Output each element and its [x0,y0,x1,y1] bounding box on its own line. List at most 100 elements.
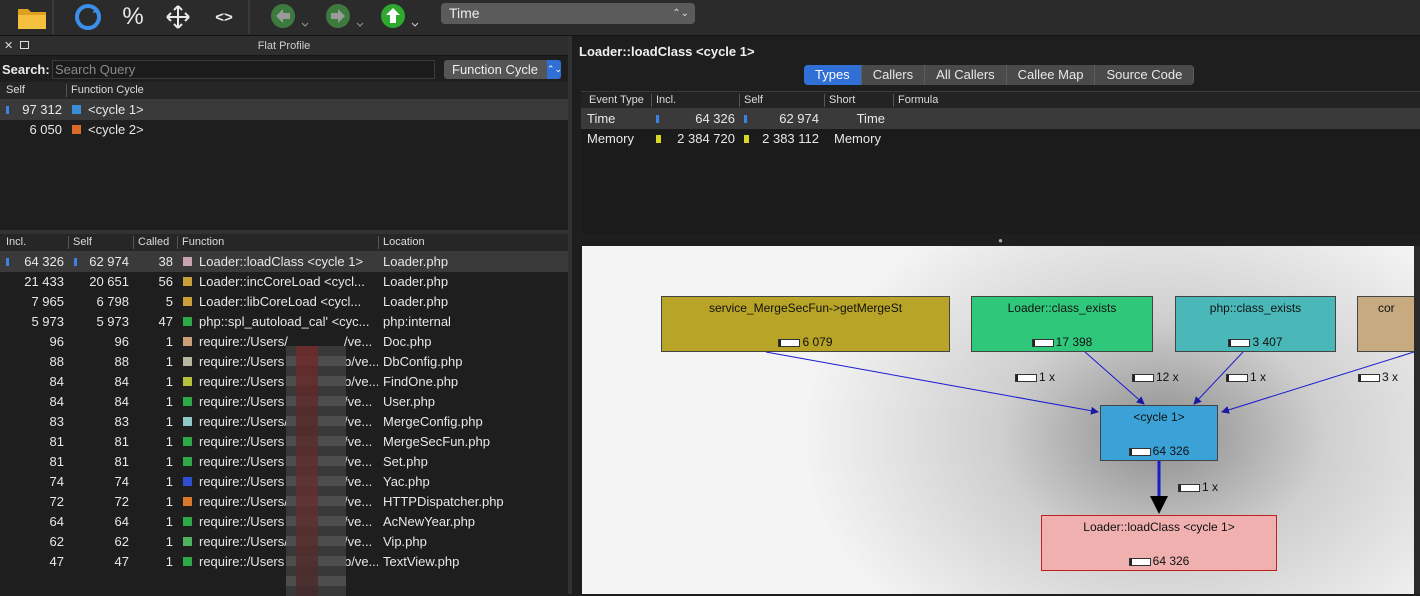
forward-arrow-icon[interactable] [323,0,367,34]
function-swatch [183,557,192,566]
function-location: Loader.php [383,254,449,269]
function-row[interactable]: 21 433 20 651 56 Loader::incCoreLoad <cycl.… [0,272,568,292]
event-table-header: Event Type Incl. Self Short Formula [581,92,1420,109]
function-row[interactable]: 74 74 1 require::/Users/ve... Yac.php [0,472,568,492]
function-row[interactable]: 84 84 1 require::/Users/ve... User.php [0,392,568,412]
grouping-select[interactable]: Function Cycle ⌃⌄ [444,60,562,79]
cycle-row[interactable]: 97 312 <cycle 1> [0,100,568,120]
function-name-tail: b/ve... [344,554,378,569]
function-self: 81 [114,434,129,449]
graph-node-label: Loader::loadClass <cycle 1> [1083,520,1235,534]
function-row[interactable]: 84 84 1 require::/Users b/ve... FindOne.php [0,372,568,392]
graph-node-value: 64 326 [1042,554,1276,568]
function-row[interactable]: 64 326 62 974 38 Loader::loadClass <cycle 1… [0,252,568,272]
graph-node-cycle[interactable]: <cycle 1> 64 326 [1100,405,1218,461]
col-short[interactable]: Short [824,94,855,107]
function-location: Loader.php [383,294,449,309]
graph-node[interactable]: Loader::class_exists 17 398 [971,296,1153,352]
event-row[interactable]: Time 64 326 62 974 Time [581,109,1420,129]
percent-icon[interactable]: % [115,0,151,34]
edge-label: 3 x [1358,370,1398,384]
col-incl[interactable]: Incl. [2,236,26,249]
col-self[interactable]: Self [68,236,92,249]
function-incl: 64 [49,514,64,529]
col-function-cycle[interactable]: Function Cycle [66,84,144,97]
event-row[interactable]: Memory 2 384 720 2 383 112 Memory [581,129,1420,149]
tab-callee-map[interactable]: Callee Map [1007,65,1096,85]
function-row[interactable]: 62 62 1 require::/Users//ve... Vip.php [0,532,568,552]
tab-callers[interactable]: Callers [862,65,926,85]
close-icon[interactable]: ✕ [4,36,13,56]
col-self[interactable]: Self [2,84,25,97]
function-called: 1 [165,494,173,509]
function-row[interactable]: 47 47 1 require::/Users b/ve... TextView.php [0,552,568,572]
function-row[interactable]: 96 96 1 require::/Users//ve... Doc.php [0,332,568,352]
function-incl: 64 326 [24,254,64,269]
function-called: 1 [165,374,173,389]
function-row[interactable]: 7 965 6 798 5 Loader::libCoreLoad <cycl... L… [0,292,568,312]
function-incl: 74 [49,474,64,489]
graph-node-label: cor [1378,301,1395,315]
back-arrow-icon[interactable] [268,0,312,34]
cycle-row[interactable]: 6 050 <cycle 2> [0,120,568,140]
function-self: 47 [114,554,129,569]
function-row[interactable]: 83 83 1 require::/Users//ve... MergeConfig.p… [0,412,568,432]
graph-scrollbar[interactable] [1414,246,1420,594]
up-arrow-icon[interactable] [378,0,422,34]
function-row[interactable]: 64 64 1 require::/Users/ve... AcNewYear.php [0,512,568,532]
col-formula[interactable]: Formula [893,94,938,107]
tab-all-callers[interactable]: All Callers [925,65,1007,85]
function-row[interactable]: 88 88 1 require::/Users b/ve... DbConfig.php [0,352,568,372]
function-swatch [183,517,192,526]
function-swatch [183,297,192,306]
function-incl: 96 [49,334,64,349]
function-self: 5 973 [96,314,129,329]
function-location: FindOne.php [383,374,459,389]
function-incl: 84 [49,394,64,409]
edge-label: 1 x [1178,480,1218,494]
call-graph[interactable]: service_MergeSecFun->getMergeSt 6 079 Lo… [582,246,1414,594]
float-icon[interactable] [20,41,29,49]
code-icon[interactable]: <> [206,0,242,34]
search-input[interactable]: Search Query [52,60,435,79]
tab-types[interactable]: Types [804,65,862,85]
edge-label: 12 x [1132,370,1179,384]
function-name-tail: /ve... [344,534,373,549]
function-self: 20 651 [89,274,129,289]
tab-source-code[interactable]: Source Code [1095,65,1195,85]
detail-splitter[interactable]: ● [581,237,1420,245]
event-type-select[interactable]: Time ⌃⌄ [441,3,695,24]
function-location: Yac.php [383,474,430,489]
function-incl: 5 973 [31,314,64,329]
graph-node-selected[interactable]: Loader::loadClass <cycle 1> 64 326 [1041,515,1277,571]
open-folder-icon[interactable] [14,0,50,34]
function-called: 1 [165,354,173,369]
col-location[interactable]: Location [378,236,425,249]
function-row[interactable]: 72 72 1 require::/Users//ve... HTTPDispatche… [0,492,568,512]
move-icon[interactable] [160,0,196,34]
graph-node[interactable]: service_MergeSecFun->getMergeSt 6 079 [661,296,950,352]
chevron-updown-icon: ⌃⌄ [547,60,562,79]
graph-node-value: 17 398 [972,335,1152,349]
col-self[interactable]: Self [739,94,763,107]
function-row[interactable]: 81 81 1 require::/Users/ve... MergeSecFun.ph… [0,432,568,452]
col-event-type[interactable]: Event Type [585,94,644,107]
function-called: 1 [165,334,173,349]
col-called[interactable]: Called [133,236,169,249]
col-incl[interactable]: Incl. [651,94,676,107]
graph-node[interactable]: cor [1357,296,1414,352]
function-swatch [183,377,192,386]
reload-icon[interactable] [70,0,106,34]
function-called: 38 [158,254,173,269]
graph-node[interactable]: php::class_exists 3 407 [1175,296,1336,352]
function-swatch [183,457,192,466]
graph-node-label: <cycle 1> [1133,410,1185,424]
col-function[interactable]: Function [177,236,224,249]
event-type: Time [587,111,616,126]
function-row[interactable]: 81 81 1 require::/Users/ve... Set.php [0,452,568,472]
edge-label: 1 x [1015,370,1055,384]
function-row[interactable]: 5 973 5 973 47 php::spl_autoload_cal' <cyc.… [0,312,568,332]
search-label: Search: [2,62,50,77]
function-self: 81 [114,454,129,469]
function-incl: 47 [49,554,64,569]
